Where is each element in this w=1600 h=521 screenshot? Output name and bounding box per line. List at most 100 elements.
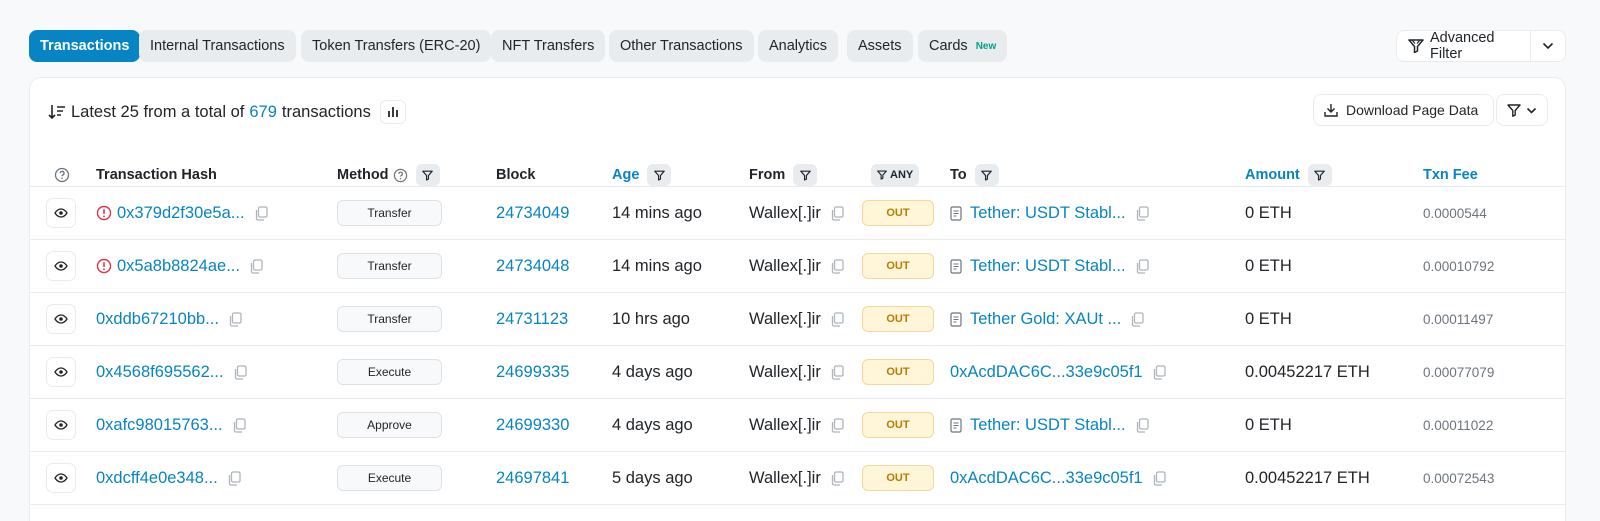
header-amount[interactable]: Amount [1245, 164, 1332, 186]
copy-icon[interactable] [830, 311, 844, 327]
copy-icon[interactable] [228, 311, 242, 327]
chevron-down-icon [1526, 107, 1537, 114]
tab-nft-transfers[interactable]: NFT Transfers [491, 30, 606, 62]
contract-icon [950, 258, 962, 274]
copy-icon[interactable] [232, 417, 246, 433]
to-address-link[interactable]: Tether: USDT Stabl... [970, 204, 1126, 223]
tab-other-transactions[interactable]: Other Transactions [609, 30, 754, 62]
bar-chart-icon [387, 106, 399, 118]
to-address-link[interactable]: Tether Gold: XAUt ... [970, 310, 1121, 329]
transaction-hash-link[interactable]: 0x5a8b8824ae... [117, 257, 240, 276]
block-link[interactable]: 24734048 [496, 257, 569, 276]
direction-badge: OUT [862, 306, 934, 332]
filter-icon [1507, 103, 1521, 117]
copy-icon[interactable] [1152, 470, 1166, 486]
copy-icon[interactable] [830, 470, 844, 486]
view-details-button[interactable] [46, 357, 76, 387]
advanced-filter-button[interactable]: Advanced Filter [1397, 30, 1530, 62]
header-age[interactable]: Age [612, 164, 672, 186]
view-details-button[interactable] [46, 410, 76, 440]
copy-icon[interactable] [830, 364, 844, 380]
transaction-hash-link[interactable]: 0xafc98015763... [96, 416, 223, 435]
tab-token-transfers[interactable]: Token Transfers (ERC-20) [301, 30, 492, 62]
advanced-filter-dropdown[interactable] [1531, 31, 1565, 61]
to-address-link[interactable]: Tether: USDT Stabl... [970, 257, 1126, 276]
from-address: Wallex[.]ir [749, 362, 821, 381]
block-link[interactable]: 24734049 [496, 204, 569, 223]
error-icon [96, 205, 112, 221]
direction-badge: OUT [862, 465, 934, 491]
to-address-link[interactable]: 0xAcdDAC6C...33e9c05f1 [950, 469, 1143, 488]
header-to: To [950, 164, 999, 186]
age-text: 14 mins ago [612, 256, 702, 275]
header-label: Age [612, 167, 640, 183]
from-address: Wallex[.]ir [749, 309, 821, 328]
direction-badge: OUT [862, 200, 934, 226]
chart-button[interactable] [379, 100, 406, 124]
view-details-button[interactable] [46, 463, 76, 493]
copy-icon[interactable] [1135, 258, 1149, 274]
question-icon[interactable] [54, 167, 70, 183]
tab-label: Cards [929, 38, 968, 54]
copy-icon[interactable] [1135, 417, 1149, 433]
summary-count[interactable]: 679 [249, 103, 277, 122]
tab-label: Internal Transactions [150, 38, 285, 54]
block-link[interactable]: 24699330 [496, 416, 569, 435]
from-filter-button[interactable] [793, 164, 818, 186]
copy-icon[interactable] [249, 258, 263, 274]
download-page-data-button[interactable]: Download Page Data [1313, 94, 1494, 126]
tab-transactions[interactable]: Transactions [29, 30, 141, 62]
amount-text: 0.00452217 ETH [1245, 468, 1370, 487]
copy-icon[interactable] [830, 417, 844, 433]
error-icon [96, 258, 112, 274]
direction-filter-button[interactable]: ANY [871, 164, 920, 186]
copy-icon[interactable] [1135, 205, 1149, 221]
question-icon[interactable] [393, 168, 408, 183]
age-text: 4 days ago [612, 415, 693, 434]
method-filter-button[interactable] [415, 164, 440, 186]
copy-icon[interactable] [1152, 364, 1166, 380]
to-address-link[interactable]: 0xAcdDAC6C...33e9c05f1 [950, 363, 1143, 382]
copy-icon[interactable] [830, 258, 844, 274]
age-filter-button[interactable] [647, 164, 672, 186]
view-details-button[interactable] [46, 304, 76, 334]
block-link[interactable]: 24699335 [496, 363, 569, 382]
transaction-hash-link[interactable]: 0x379d2f30e5a... [117, 204, 245, 223]
table-row: 0xddb67210bb... Transfer 24731123 10 hrs… [30, 293, 1565, 346]
transaction-hash-link[interactable]: 0xdcff4e0e348... [96, 469, 218, 488]
copy-icon[interactable] [227, 470, 241, 486]
copy-icon[interactable] [830, 205, 844, 221]
view-details-button[interactable] [46, 251, 76, 281]
tab-analytics[interactable]: Analytics [758, 30, 839, 62]
tab-internal-transactions[interactable]: Internal Transactions [139, 30, 296, 62]
info-header [54, 164, 70, 186]
transaction-hash-link[interactable]: 0xddb67210bb... [96, 310, 219, 329]
table-row: 0xafc98015763... Approve 24699330 4 days… [30, 399, 1565, 452]
tab-label: Token Transfers (ERC-20) [312, 38, 481, 54]
to-address-link[interactable]: Tether: USDT Stabl... [970, 416, 1126, 435]
table-filter-button[interactable] [1496, 94, 1548, 126]
block-link[interactable]: 24697841 [496, 469, 569, 488]
eye-icon [54, 208, 68, 218]
to-filter-button[interactable] [974, 164, 999, 186]
amount-filter-button[interactable] [1307, 164, 1332, 186]
filter-icon [799, 170, 811, 181]
tab-cards[interactable]: Cards New [918, 30, 1008, 62]
header-txn-fee[interactable]: Txn Fee [1423, 164, 1478, 186]
tab-bar: Transactions Internal Transactions Token… [29, 30, 1568, 62]
eye-icon [54, 473, 68, 483]
transaction-hash-link[interactable]: 0x4568f695562... [96, 363, 224, 382]
tab-assets[interactable]: Assets [847, 30, 913, 62]
row-divider [30, 504, 1565, 505]
view-details-button[interactable] [46, 198, 76, 228]
contract-icon [950, 311, 962, 327]
copy-icon[interactable] [233, 364, 247, 380]
header-from: From [749, 164, 818, 186]
copy-icon[interactable] [1130, 311, 1144, 327]
block-link[interactable]: 24731123 [496, 310, 568, 329]
direction-badge: OUT [862, 253, 934, 279]
direction-filter-label: ANY [890, 169, 914, 181]
table-row: 0x5a8b8824ae... Transfer 24734048 14 min… [30, 240, 1565, 293]
direction-badge: OUT [862, 359, 934, 385]
copy-icon[interactable] [254, 205, 268, 221]
